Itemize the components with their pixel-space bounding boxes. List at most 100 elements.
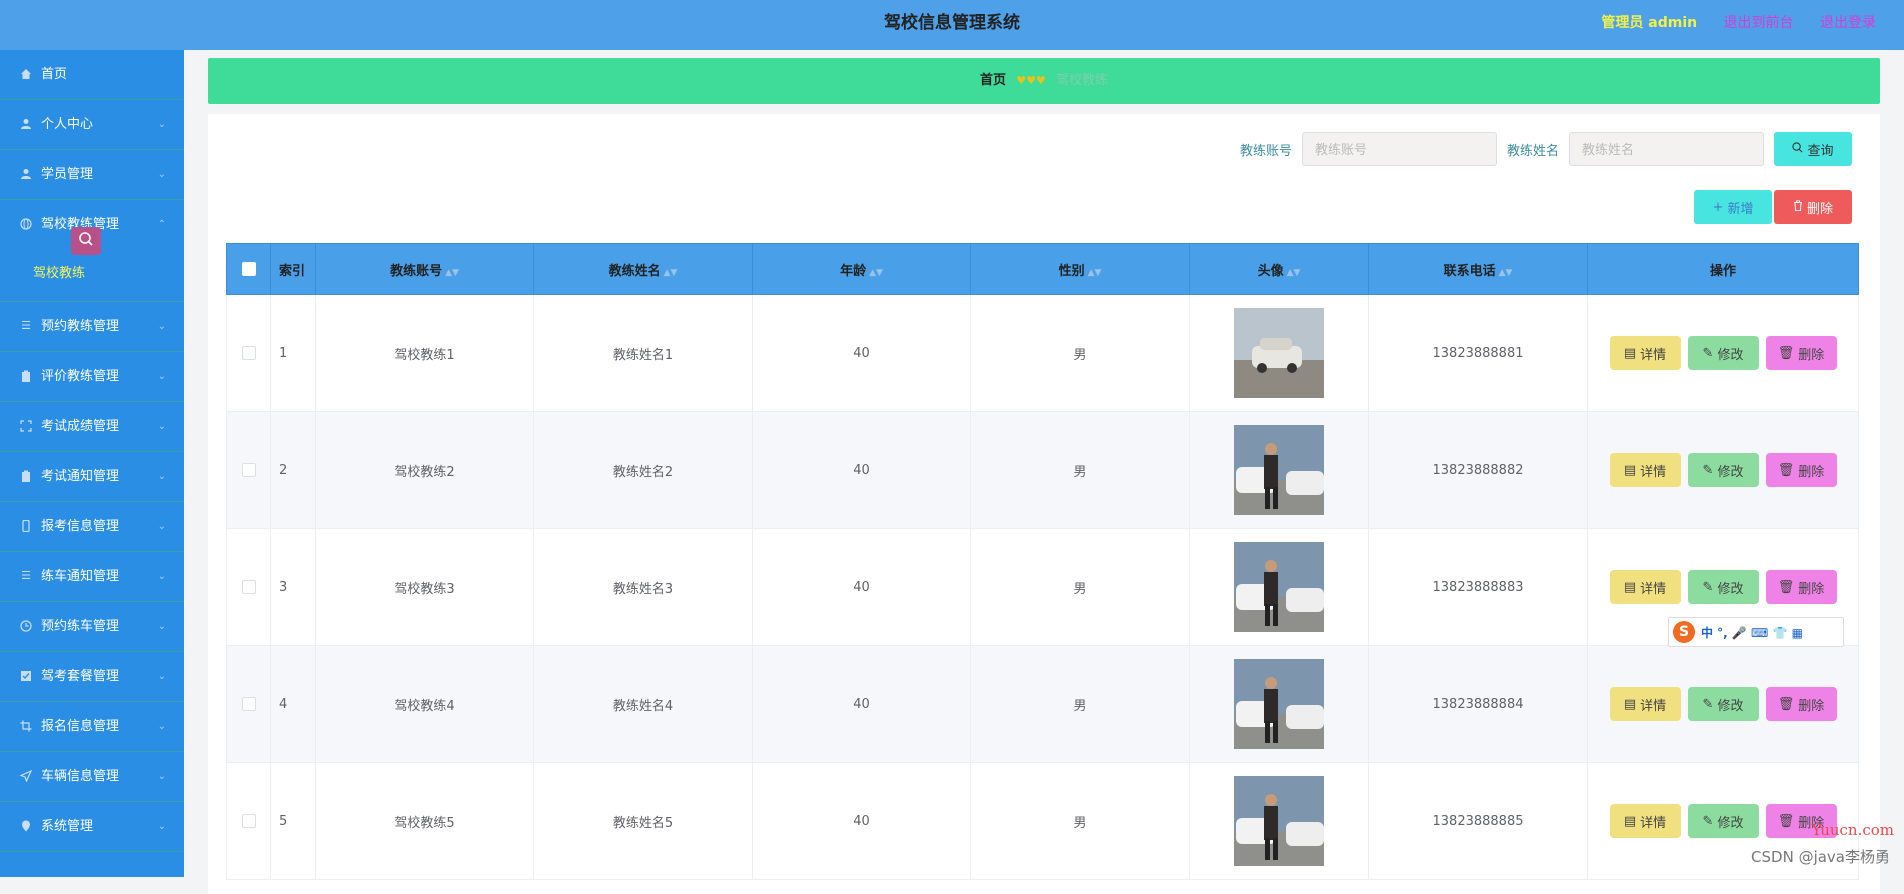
- delete-button[interactable]: 🗑 删除: [1765, 687, 1837, 721]
- cell-phone: 13823888884: [1368, 645, 1588, 763]
- sidebar-item-registration-info[interactable]: 报考信息管理 ⌄: [0, 502, 184, 552]
- column-header-age[interactable]: 年龄 ▲▼: [752, 243, 971, 295]
- sidebar-item-practice-notice[interactable]: ☰ 练车通知管理 ⌄: [0, 552, 184, 602]
- cell-avatar: [1189, 645, 1369, 763]
- back-to-front-link[interactable]: 退出到前台: [1724, 15, 1794, 31]
- batch-delete-button[interactable]: 删除: [1774, 190, 1852, 224]
- search-icon: [1792, 141, 1803, 157]
- sidebar-item-home[interactable]: 首页: [0, 50, 184, 100]
- column-header-gender[interactable]: 性别 ▲▼: [970, 243, 1190, 295]
- table-row: 4 驾校教练4 教练姓名4 40 男 13823888884 ▤ 详情 ✎ 修改 🗑 删除: [226, 645, 1859, 763]
- account-search-input[interactable]: [1301, 132, 1497, 166]
- clipboard-icon: [19, 369, 33, 383]
- sidebar-item-vehicle-info[interactable]: 车辆信息管理 ⌄: [0, 752, 184, 802]
- globe-icon: [19, 217, 33, 231]
- delete-button[interactable]: 🗑 删除: [1765, 336, 1837, 370]
- column-header-label: 教练账号: [390, 263, 443, 279]
- detail-button[interactable]: ▤ 详情: [1609, 687, 1681, 721]
- edit-button-label: 修改: [1717, 347, 1744, 363]
- sidebar-item-exam-package[interactable]: 驾考套餐管理 ⌄: [0, 652, 184, 702]
- detail-button[interactable]: ▤ 详情: [1609, 453, 1681, 487]
- add-button[interactable]: + 新增: [1694, 190, 1772, 224]
- edit-button[interactable]: ✎ 修改: [1687, 336, 1759, 370]
- row-checkbox[interactable]: [241, 814, 256, 828]
- edit-button[interactable]: ✎ 修改: [1687, 570, 1759, 604]
- row-checkbox[interactable]: [241, 697, 256, 711]
- breadcrumb-home[interactable]: 首页: [980, 73, 1006, 88]
- document-icon: ▤: [1623, 579, 1637, 595]
- sidebar-item-signup-info[interactable]: 报名信息管理 ⌄: [0, 702, 184, 752]
- sort-icon[interactable]: ▲▼: [1499, 268, 1513, 278]
- column-header-account[interactable]: 教练账号 ▲▼: [315, 243, 534, 295]
- row-checkbox[interactable]: [241, 463, 256, 477]
- cell-index: 2: [270, 411, 316, 529]
- account-label: 教练账号: [1239, 143, 1292, 159]
- chevron-down-icon: ⌄: [157, 821, 166, 832]
- delete-button-label: 删除: [1798, 698, 1825, 714]
- sidebar-item-coach-review[interactable]: 评价教练管理 ⌄: [0, 352, 184, 402]
- table-row: 1 驾校教练1 教练姓名1 40 男 13823888881 ▤ 详情 ✎ 修改 🗑 删除: [226, 294, 1859, 412]
- clock-icon: [19, 619, 33, 633]
- sidebar-item-practice-booking[interactable]: 预约练车管理 ⌄: [0, 602, 184, 652]
- edit-button-label: 修改: [1717, 581, 1744, 597]
- column-header-name[interactable]: 教练姓名 ▲▼: [533, 243, 753, 295]
- top-bar: 驾校信息管理系统 管理员 admin 退出到前台 退出登录: [0, 0, 1904, 50]
- location-icon: [19, 819, 33, 833]
- document-icon: ▤: [1623, 696, 1637, 712]
- cell-index: 4: [270, 645, 316, 763]
- edit-button[interactable]: ✎ 修改: [1687, 453, 1759, 487]
- edit-button[interactable]: ✎ 修改: [1687, 687, 1759, 721]
- list-icon: ☰: [21, 569, 31, 582]
- cell-index: 3: [270, 528, 316, 646]
- chevron-down-icon: ⌄: [157, 521, 166, 532]
- ime-toolbar[interactable]: S 中 °, 🎤 ⌨ 👕 ▦: [1668, 617, 1844, 647]
- column-header-label: 性别: [1058, 263, 1085, 279]
- document-icon: ▤: [1623, 813, 1637, 829]
- cell-name: 教练姓名1: [533, 294, 753, 412]
- detail-button-label: 详情: [1640, 464, 1667, 480]
- floating-search-button[interactable]: [71, 227, 101, 255]
- sidebar-subitem-coach[interactable]: 驾校教练: [33, 263, 85, 285]
- delete-button[interactable]: 🗑 删除: [1765, 570, 1837, 604]
- sort-icon[interactable]: ▲▼: [869, 268, 883, 278]
- sidebar-item-exam-notice[interactable]: 考试通知管理 ⌄: [0, 452, 184, 502]
- delete-button-label: 删除: [1806, 201, 1833, 217]
- sidebar-item-system[interactable]: 系统管理 ⌄: [0, 802, 184, 852]
- delete-button[interactable]: 🗑 删除: [1765, 453, 1837, 487]
- name-search-input[interactable]: [1569, 132, 1764, 166]
- detail-button[interactable]: ▤ 详情: [1609, 804, 1681, 838]
- row-checkbox[interactable]: [241, 346, 256, 360]
- heart-separator-icon: ♥♥♥: [1016, 74, 1046, 87]
- table-row: 3 驾校教练3 教练姓名3 40 男 13823888883 ▤ 详情 ✎ 修改 🗑 删除: [226, 528, 1859, 646]
- sort-icon[interactable]: ▲▼: [1287, 268, 1301, 278]
- user-icon: [19, 117, 33, 131]
- cell-avatar: [1189, 528, 1369, 646]
- cell-age: 40: [752, 294, 971, 412]
- sort-icon[interactable]: ▲▼: [1088, 268, 1102, 278]
- chevron-down-icon: ⌄: [157, 721, 166, 732]
- sidebar-item-profile[interactable]: 个人中心 ⌄: [0, 100, 184, 150]
- coach-table: 索引 教练账号 ▲▼ 教练姓名 ▲▼ 年龄 ▲▼ 性别 ▲▼ 头像 ▲▼ 联系电话 ▲▼ 操…: [226, 243, 1859, 880]
- sidebar-item-students[interactable]: 学员管理 ⌄: [0, 150, 184, 200]
- trash-icon: 🗑: [1777, 579, 1795, 595]
- cell-phone: 13823888882: [1368, 411, 1588, 529]
- row-select-cell: [226, 294, 271, 412]
- detail-button[interactable]: ▤ 详情: [1609, 570, 1681, 604]
- logout-link[interactable]: 退出登录: [1820, 15, 1876, 31]
- query-button[interactable]: 查询: [1774, 132, 1852, 166]
- sidebar-item-coach-booking[interactable]: ☰ 预约教练管理 ⌄: [0, 302, 184, 352]
- column-header-avatar[interactable]: 头像 ▲▼: [1189, 243, 1369, 295]
- sort-icon[interactable]: ▲▼: [445, 268, 459, 278]
- sort-icon[interactable]: ▲▼: [664, 268, 678, 278]
- sidebar-item-exam-scores[interactable]: 考试成绩管理 ⌄: [0, 402, 184, 452]
- chevron-down-icon: ⌄: [157, 421, 166, 432]
- sidebar-item-label: 驾考套餐管理: [41, 669, 120, 684]
- cell-avatar: [1189, 762, 1369, 880]
- detail-button[interactable]: ▤ 详情: [1609, 336, 1681, 370]
- select-all-checkbox[interactable]: [241, 262, 256, 276]
- cell-phone: 13823888883: [1368, 528, 1588, 646]
- row-checkbox[interactable]: [241, 580, 256, 594]
- column-header-phone[interactable]: 联系电话 ▲▼: [1368, 243, 1588, 295]
- edit-button[interactable]: ✎ 修改: [1687, 804, 1759, 838]
- phone-icon: [19, 519, 33, 533]
